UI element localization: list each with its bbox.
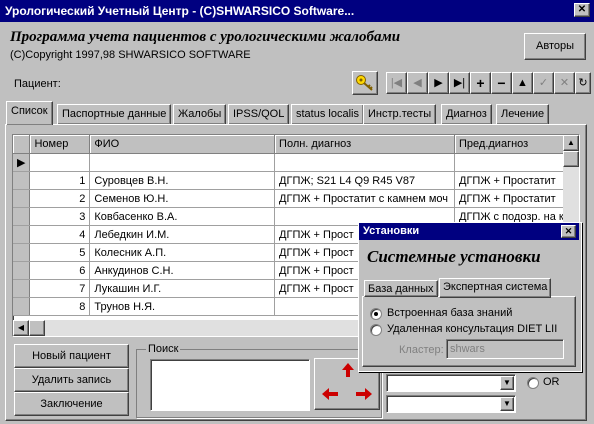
tab-ipss[interactable]: IPSS/QOL — [228, 104, 290, 124]
scroll-left-icon[interactable]: ◀ — [13, 320, 29, 336]
first-record-icon[interactable]: |◀ — [386, 72, 407, 94]
post-edit-icon[interactable]: ✓ — [533, 72, 554, 94]
table-cell[interactable] — [454, 153, 579, 172]
scroll-thumb[interactable] — [29, 320, 45, 336]
tab-status-localis[interactable]: status localis — [291, 104, 364, 124]
cluster-label: Кластер: — [399, 344, 444, 356]
grid-header-row: Номер ФИО Полн. диагноз Пред.диагноз — [13, 135, 579, 154]
scroll-thumb[interactable] — [563, 151, 579, 167]
table-cell[interactable]: Суровцев В.Н. — [89, 171, 276, 190]
arrow-left-icon[interactable] — [321, 387, 339, 401]
dialog-heading: Системные установки — [367, 247, 541, 266]
remote-consult-radio[interactable] — [370, 324, 382, 336]
chevron-down-icon[interactable]: ▼ — [500, 397, 514, 411]
app-heading: Программа учета пациентов с урологически… — [10, 29, 401, 45]
builtin-kb-label: Встроенная база знаний — [387, 307, 513, 319]
tab-treatment[interactable]: Лечение — [496, 104, 550, 124]
table-cell[interactable]: Лукашин И.Г. — [89, 279, 276, 298]
builtin-kb-radio[interactable] — [370, 308, 382, 320]
row-indicator[interactable] — [13, 297, 31, 316]
arrow-right-icon[interactable] — [355, 387, 373, 401]
window-title: Урологический Учетный Центр - (С)SHWARSI… — [0, 0, 594, 22]
table-cell[interactable]: ДГПЖ + Простатит — [454, 189, 579, 208]
row-indicator[interactable] — [13, 189, 31, 208]
copyright-text: (C)Copyright 1997,98 SHWARSICO SOFTWARE — [10, 49, 251, 61]
tab-database[interactable]: База данных — [364, 280, 438, 297]
scroll-up-icon[interactable]: ▲ — [563, 135, 579, 151]
conclusion-button[interactable]: Заключение — [14, 392, 129, 416]
table-cell[interactable]: 6 — [29, 261, 91, 280]
current-row-indicator-icon[interactable]: ▶ — [13, 153, 31, 172]
row-indicator[interactable] — [13, 207, 31, 226]
tab-complaints[interactable]: Жалобы — [173, 104, 227, 124]
table-cell[interactable]: 7 — [29, 279, 91, 298]
table-cell[interactable]: Ковбасенко В.А. — [89, 207, 276, 226]
table-cell[interactable]: ДГПЖ; S21 L4 Q9 R45 V87 — [274, 171, 456, 190]
search-input[interactable] — [150, 359, 310, 411]
last-record-icon[interactable]: ▶| — [449, 72, 470, 94]
table-cell[interactable]: 1 — [29, 171, 91, 190]
table-row[interactable]: ▶ — [13, 153, 579, 172]
table-cell[interactable]: 8 — [29, 297, 91, 316]
column-header[interactable]: Пред.диагноз — [454, 135, 579, 154]
search-label: Поиск — [146, 343, 181, 355]
table-cell[interactable]: ДГПЖ + Простатит с камнем моч — [274, 189, 456, 208]
table-cell[interactable]: Трунов Н.Я. — [89, 297, 276, 316]
dialog-title: Установки — [359, 223, 579, 240]
key-icon[interactable] — [352, 71, 378, 95]
close-icon[interactable]: ✕ — [561, 225, 576, 238]
table-cell[interactable]: Анкудинов С.Н. — [89, 261, 276, 280]
prev-record-icon[interactable]: ◀ — [407, 72, 428, 94]
refresh-icon[interactable]: ↻ — [575, 72, 591, 94]
table-row[interactable]: 2 Семенов Ю.Н. ДГПЖ + Простатит с камнем м… — [13, 189, 579, 208]
table-cell[interactable]: 5 — [29, 243, 91, 262]
remote-consult-label: Удаленная консультация DIET LII — [387, 323, 558, 335]
authors-button[interactable]: Авторы — [524, 33, 586, 60]
table-cell[interactable]: 2 — [29, 189, 91, 208]
tab-expert-system[interactable]: Экспертная система — [439, 278, 552, 298]
tab-instr-tests[interactable]: Инстр.тесты — [363, 104, 437, 124]
patient-label: Пациент: — [14, 78, 61, 90]
table-cell[interactable]: Лебедкин И.М. — [89, 225, 276, 244]
column-header[interactable]: ФИО — [89, 135, 276, 154]
table-row[interactable]: 1 Суровцев В.Н. ДГПЖ; S21 L4 Q9 R45 V87 ДГП… — [13, 171, 579, 190]
or-radio[interactable] — [527, 377, 539, 389]
settings-dialog: Установки ✕ Системные установки База дан… — [358, 222, 582, 372]
table-cell[interactable]: 4 — [29, 225, 91, 244]
table-cell[interactable]: ДГПЖ + Простатит — [454, 171, 579, 190]
cluster-field[interactable]: shwars — [446, 339, 564, 359]
new-patient-button[interactable]: Новый пациент — [14, 344, 129, 368]
table-cell[interactable] — [274, 153, 456, 172]
cancel-edit-icon[interactable]: ✕ — [554, 72, 575, 94]
tab-list[interactable]: Список — [6, 101, 53, 125]
delete-record-icon[interactable]: − — [491, 72, 512, 94]
tab-passport[interactable]: Паспортные данные — [57, 104, 172, 124]
next-record-icon[interactable]: ▶ — [428, 72, 449, 94]
column-header[interactable]: Полн. диагноз — [274, 135, 456, 154]
arrow-up-icon[interactable] — [341, 362, 355, 378]
delete-record-button[interactable]: Удалить запись — [14, 368, 129, 392]
edit-record-icon[interactable]: ▲ — [512, 72, 533, 94]
search-field-combo-2[interactable]: ▼ — [386, 395, 516, 413]
add-record-icon[interactable]: + — [470, 72, 491, 94]
column-header[interactable]: Номер — [29, 135, 91, 154]
table-cell[interactable]: Семенов Ю.Н. — [89, 189, 276, 208]
or-label: OR — [543, 376, 560, 388]
row-indicator[interactable] — [13, 243, 31, 262]
row-indicator[interactable] — [13, 261, 31, 280]
close-icon[interactable]: ✕ — [574, 3, 590, 17]
row-indicator[interactable] — [13, 171, 31, 190]
row-indicator[interactable] — [13, 225, 31, 244]
table-cell[interactable] — [29, 153, 91, 172]
table-cell[interactable]: Колесник А.П. — [89, 243, 276, 262]
row-indicator[interactable] — [13, 279, 31, 298]
table-cell[interactable] — [89, 153, 276, 172]
search-field-combo-1[interactable]: ▼ — [386, 374, 516, 392]
tab-diagnosis[interactable]: Диагноз — [441, 104, 492, 124]
table-cell[interactable]: 3 — [29, 207, 91, 226]
chevron-down-icon[interactable]: ▼ — [500, 376, 514, 390]
